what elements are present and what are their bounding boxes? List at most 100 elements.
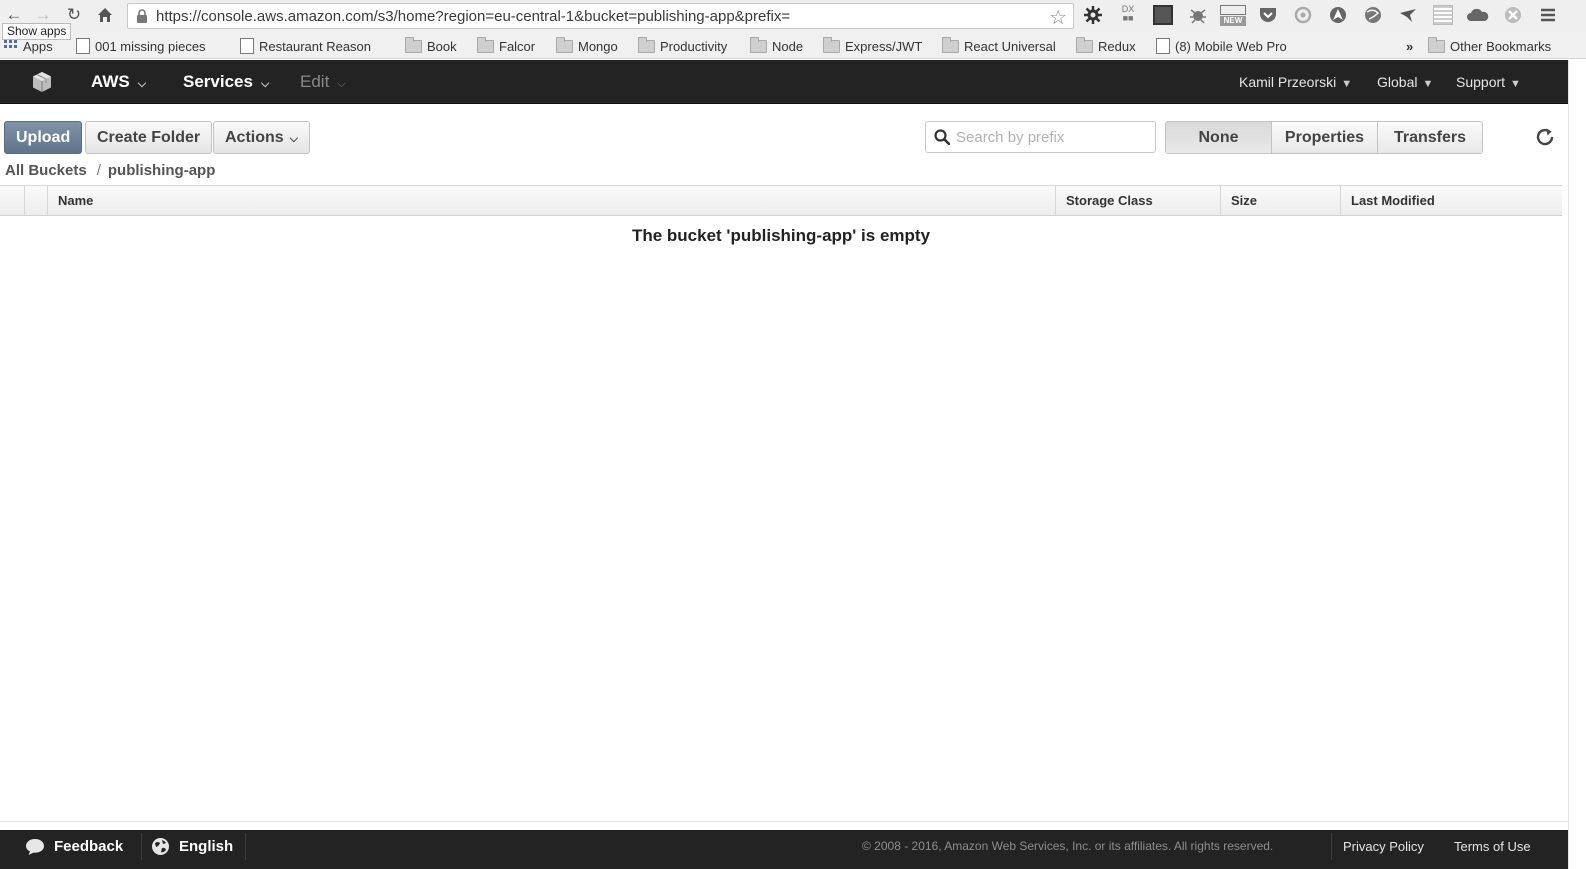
terms-of-use-link[interactable]: Terms of Use <box>1454 839 1531 854</box>
bookmark-mongo[interactable]: Mongo <box>556 36 618 54</box>
language-label: English <box>179 838 234 855</box>
feedback-link[interactable]: Feedback <box>25 830 123 863</box>
angular-extension-icon[interactable] <box>1328 5 1348 25</box>
privacy-policy-link[interactable]: Privacy Policy <box>1343 839 1424 854</box>
dx-extension-icon[interactable]: DX ■■ <box>1118 5 1138 25</box>
column-storage-class[interactable]: Storage Class <box>1055 186 1220 215</box>
bookmark-label: React Universal <box>964 38 1056 54</box>
region-menu[interactable]: Global ▼ <box>1377 60 1433 104</box>
notes-extension-icon[interactable] <box>1433 5 1453 25</box>
icon-column <box>24 186 47 215</box>
breadcrumb-bucket[interactable]: publishing-app <box>108 162 215 179</box>
folder-icon <box>942 36 959 53</box>
bookmark-label: Redux <box>1098 38 1136 54</box>
column-name[interactable]: Name <box>47 186 1055 215</box>
folder-icon <box>556 36 573 53</box>
region-menu-label: Global <box>1377 74 1418 90</box>
language-selector[interactable]: English <box>151 830 233 863</box>
column-size[interactable]: Size <box>1220 186 1340 215</box>
aws-cube-logo-icon[interactable] <box>30 70 54 94</box>
bookmark-star-icon[interactable]: ☆ <box>1049 5 1067 30</box>
folder-icon <box>405 36 422 53</box>
bookmark-node[interactable]: Node <box>750 36 804 54</box>
gear-icon[interactable] <box>1083 5 1103 25</box>
aws-menu-label: AWS <box>91 72 130 91</box>
bookmark-label: Node <box>772 38 804 54</box>
breadcrumb-all-buckets[interactable]: All Buckets <box>5 162 87 179</box>
refresh-icon[interactable] <box>1534 126 1556 148</box>
bookmark-label: 001 missing pieces <box>95 38 206 54</box>
bookmark-productivity[interactable]: Productivity <box>638 36 728 54</box>
aws-menu[interactable]: AWS ⌵ <box>91 60 146 104</box>
support-menu[interactable]: Support ▼ <box>1456 60 1521 104</box>
folder-icon <box>638 36 655 53</box>
column-last-modified[interactable]: Last Modified <box>1340 186 1562 215</box>
breadcrumb-separator: / <box>96 162 101 179</box>
sync-extension-icon[interactable] <box>1293 5 1313 25</box>
view-transfers-button[interactable]: Transfers <box>1378 122 1482 153</box>
bookmark-falcor[interactable]: Falcor <box>477 36 535 54</box>
page-scrollbar[interactable] <box>1568 60 1586 869</box>
breadcrumb: All Buckets / publishing-app <box>5 162 215 182</box>
bookmark-label: Apps <box>23 38 53 54</box>
footer-separator <box>1331 833 1332 860</box>
view-properties-button[interactable]: Properties <box>1272 122 1378 153</box>
chevron-down-icon: ⌵ <box>337 78 346 90</box>
bookmark-label: Book <box>427 38 457 54</box>
services-menu[interactable]: Services ⌵ <box>183 60 269 104</box>
chevron-down-icon: ▼ <box>1422 78 1434 90</box>
search-input[interactable] <box>956 126 1151 148</box>
edit-menu-label: Edit <box>300 72 330 91</box>
url-bar[interactable]: https://console.aws.amazon.com/s3/home?r… <box>127 3 1074 29</box>
page-icon <box>240 38 254 54</box>
globe-extension-icon[interactable] <box>1363 5 1383 25</box>
bookmark-book[interactable]: Book <box>405 36 457 54</box>
feedback-label: Feedback <box>54 838 124 855</box>
apps-grid-icon <box>4 40 17 48</box>
user-menu[interactable]: Kamil Przeorski ▼ <box>1239 60 1352 104</box>
upload-button[interactable]: Upload <box>4 121 83 154</box>
bookmarks-bar: Apps 001 missing pieces Restaurant Reaso… <box>0 31 1586 59</box>
view-none-button[interactable]: None <box>1166 122 1272 153</box>
bookmark-restaurant-reason[interactable]: Restaurant Reason <box>240 38 371 54</box>
chevron-down-icon: ⌵ <box>260 78 270 90</box>
actions-label: Actions <box>225 129 284 146</box>
chevron-down-icon: ⌵ <box>137 78 147 90</box>
home-icon[interactable] <box>94 4 116 26</box>
speech-bubble-icon <box>26 838 44 855</box>
object-table-header: Name Storage Class Size Last Modified <box>0 185 1562 216</box>
bird-extension-icon[interactable] <box>1398 5 1418 25</box>
bookmark-label: Mongo <box>578 38 618 54</box>
calculator-extension-icon[interactable] <box>1153 5 1173 25</box>
bookmark-mobile-web-pro[interactable]: (8) Mobile Web Pro <box>1156 38 1287 54</box>
blocker-extension-icon[interactable] <box>1503 5 1523 25</box>
menu-icon[interactable] <box>1538 5 1558 25</box>
bookmark-redux[interactable]: Redux <box>1076 36 1136 54</box>
bookmark-apps[interactable]: Apps <box>4 38 53 54</box>
cloud-extension-icon[interactable] <box>1466 5 1490 25</box>
bookmark-react-universal[interactable]: React Universal <box>942 36 1056 54</box>
select-column[interactable] <box>0 186 24 215</box>
bookmark-express-jwt[interactable]: Express/JWT <box>823 36 922 54</box>
bookmarks-overflow-chevron[interactable]: » <box>1406 38 1413 54</box>
bookmark-other-bookmarks[interactable]: Other Bookmarks <box>1428 36 1551 54</box>
show-apps-tooltip: Show apps <box>2 23 72 40</box>
pocket-icon[interactable] <box>1258 5 1278 25</box>
bookmark-label: Productivity <box>660 38 728 54</box>
search-icon <box>934 129 950 145</box>
footer-separator <box>245 833 246 860</box>
lock-icon <box>137 9 147 23</box>
chevron-down-icon: ▼ <box>1341 78 1353 90</box>
search-by-prefix[interactable] <box>925 121 1156 153</box>
create-folder-button[interactable]: Create Folder <box>85 121 213 154</box>
new-extension-icon[interactable]: NEW <box>1220 5 1246 26</box>
bookmark-missing-pieces[interactable]: 001 missing pieces <box>76 38 206 54</box>
bug-extension-icon[interactable] <box>1188 5 1208 25</box>
services-menu-label: Services <box>183 72 253 91</box>
edit-menu[interactable]: Edit ⌵ <box>300 60 346 104</box>
folder-icon <box>823 36 840 53</box>
actions-dropdown[interactable]: Actions ⌵ <box>213 121 311 154</box>
folder-icon <box>750 36 767 53</box>
aws-console-header: AWS ⌵ Services ⌵ Edit ⌵ Kamil Przeorski ▼ Gl… <box>0 60 1568 104</box>
chevron-down-icon: ⌵ <box>289 133 299 145</box>
